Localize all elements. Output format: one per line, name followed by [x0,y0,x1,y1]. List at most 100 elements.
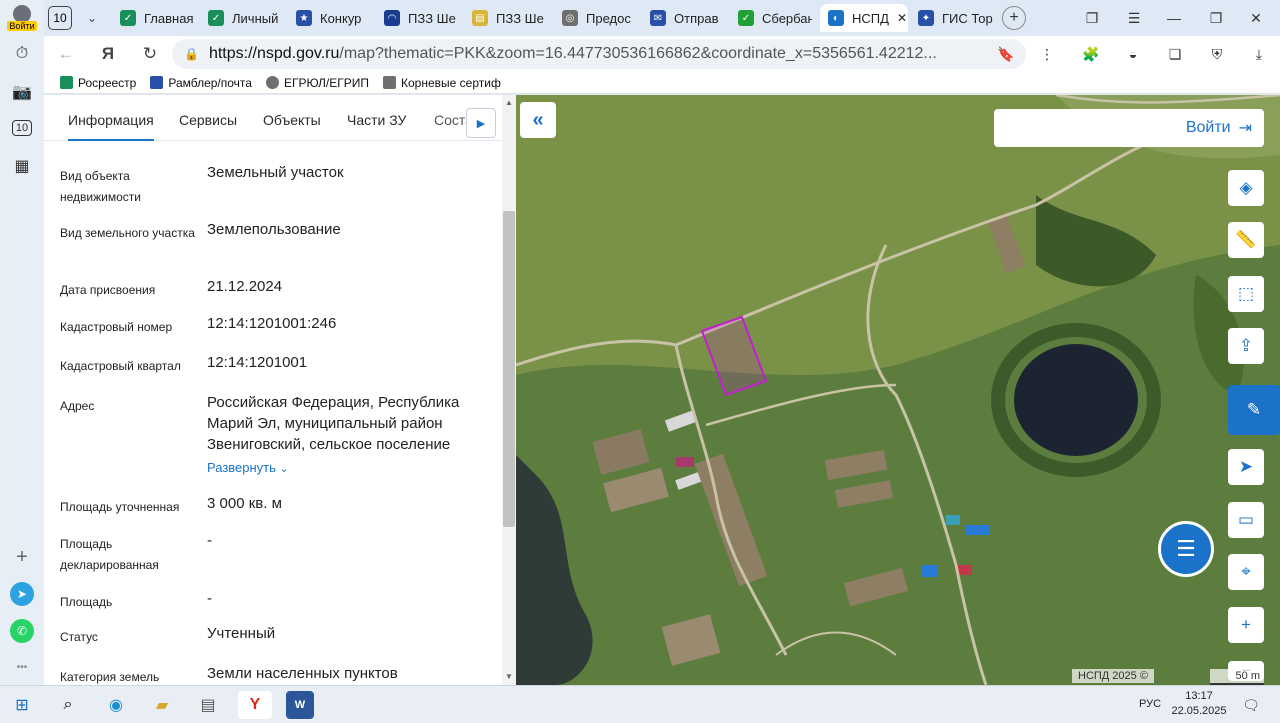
extension-icon[interactable]: 🧩 [1080,43,1102,65]
print-area-button[interactable]: ▭ [1228,502,1264,538]
more-vert-icon[interactable]: ⋮ [1036,43,1058,65]
tab-lichny[interactable]: ✓ Личный [208,4,280,32]
back-button[interactable]: ← [54,42,78,66]
seal-icon: ◎ [562,10,578,26]
search-location-button[interactable]: ⌖ [1228,554,1264,590]
locate-button[interactable]: ➤ [1228,449,1264,485]
bookmark-icon[interactable]: 🔖 [994,42,1018,66]
history-icon[interactable]: ⏱ [8,40,36,68]
shield-icon[interactable]: ⛨ [1206,43,1228,65]
tab-otprav[interactable]: ✉ Отправ [650,4,724,32]
add-panel-icon[interactable]: + [8,543,36,571]
share-icon: ⇪ [1238,336,1254,355]
notifications-icon[interactable]: 🗨 [1240,694,1262,716]
download-icon[interactable]: ⤓ [1248,43,1270,65]
tab-label: ПЗЗ Ше [496,10,544,26]
nspd-icon: ◐ [828,10,844,26]
tab-nspd[interactable]: ◐ НСПД ✕ [820,4,908,32]
profile-button[interactable]: Войти [4,3,40,33]
telegram-icon[interactable]: ➤ [10,582,34,606]
tabs-overview-icon[interactable]: ❐ [1080,6,1104,30]
bookmark-certificates[interactable]: Корневые сертиф [383,76,501,90]
bookmark-egrul[interactable]: ЕГРЮЛ/ЕГРИП [265,76,369,90]
folder-icon[interactable]: ▰ [148,691,176,719]
search-icon[interactable]: ⌕ [54,691,82,719]
area-select-button[interactable]: ⬚ [1228,276,1264,312]
chevron-down-icon[interactable]: ⌄ [80,6,104,30]
close-tab-icon[interactable]: ✕ [897,11,907,25]
edge-icon[interactable]: ◉ [102,691,130,719]
more-icon[interactable]: ••• [8,653,36,681]
url-path: /map?thematic=PKK&zoom=16.44773053616686… [339,45,937,62]
tab-counter-button[interactable]: 10 [8,114,36,142]
tab-objects[interactable]: Объекты [263,112,321,128]
app-icon[interactable]: ▤ [194,691,222,719]
reload-button[interactable]: ↻ [138,42,162,66]
field-label: Вид объекта недвижимости [60,169,141,204]
whatsapp-icon[interactable]: ✆ [10,619,34,643]
new-tab-button[interactable]: + [1002,6,1026,30]
location-search-icon: ⌖ [1241,562,1251,581]
url-input[interactable]: 🔒 https://nspd.gov.ru/map?thematic=PKK&z… [172,39,1026,69]
panel-scroll-thumb[interactable] [503,211,515,527]
close-window-button[interactable]: ✕ [1244,6,1268,30]
tab-sberbank[interactable]: ✓ Сбербан [738,4,812,32]
layers-button[interactable]: ◈ [1228,170,1264,206]
hat-icon[interactable]: ◒ [1122,43,1144,65]
map-view[interactable]: « Войти ⇥ ◈ 📏 ⬚ ⇪ ✎ ➤ ▭ ⌖ + − ☰ НСПД 202… [516,95,1280,685]
tab-count-badge[interactable]: 10 [48,6,72,30]
yandex-icon[interactable]: Я [96,42,120,66]
field-value: 3 000 кв. м [207,495,282,512]
bookmark-rambler[interactable]: Рамблер/почта [150,76,252,90]
mail-icon: ✉ [650,10,666,26]
expand-label: Развернуть [207,460,276,475]
camera-icon[interactable]: 📷 [8,78,36,106]
clock-date: 22.05.2025 [1171,705,1227,717]
field-value: 12:14:1201001:246 [207,315,337,332]
tab-pzz-2[interactable]: ▤ ПЗЗ Ше [472,4,546,32]
clock[interactable]: 13:17 22.05.2025 [1170,689,1228,719]
gosuslugi-icon: ✓ [120,10,136,26]
chat-button[interactable]: ☰ [1158,521,1214,577]
language-indicator[interactable]: РУС [1139,698,1161,710]
menu-icon[interactable]: ☰ [1122,6,1146,30]
tab-predos[interactable]: ◎ Предос [562,4,634,32]
rosreestr-icon [60,76,73,89]
map-scale: 50 m [1210,669,1264,685]
minimize-button[interactable]: — [1162,6,1186,30]
tab-parts[interactable]: Части ЗУ [347,112,406,128]
navigation-arrow-icon: ➤ [1238,457,1254,476]
tab-services[interactable]: Сервисы [179,112,237,128]
field-label: Площадь [60,595,113,609]
restore-button[interactable]: ❐ [1204,6,1228,30]
windows-start-icon[interactable]: ⊞ [8,691,36,719]
tab-konkurs[interactable]: ★ Конкур [296,4,370,32]
zoom-in-button[interactable]: + [1228,607,1264,643]
draw-mode-button[interactable]: ✎ [1228,385,1280,435]
mail-icon [150,76,164,89]
scroll-down-icon[interactable]: ▼ [503,672,515,681]
field-label: Дата присвоения [60,283,156,297]
tabs-next-button[interactable]: ▶ [466,108,496,138]
field-label: Статус [60,630,98,644]
login-button[interactable]: Войти ⇥ [994,109,1264,147]
apps-grid-icon[interactable]: ▦ [8,152,36,180]
expand-address-link[interactable]: Развернуть ⌄ [207,457,289,480]
tab-glavnaya[interactable]: ✓ Главная [120,4,198,32]
collapse-panel-button[interactable]: « [520,102,556,138]
tab-gis-torgi[interactable]: ✦ ГИС Тор [918,4,994,32]
ruler-icon: 📏 [1235,230,1257,249]
field-value: Учтенный [207,625,276,642]
tab-pzz-1[interactable]: ◠ ПЗЗ Ше [384,4,462,32]
collections-icon[interactable]: ❏ [1164,43,1186,65]
yandex-browser-icon[interactable]: Y [238,691,272,719]
ruler-button[interactable]: 📏 [1228,222,1264,258]
tab-information[interactable]: Информация [68,112,154,141]
address-bar-row: ← Я ↻ 🔒 https://nspd.gov.ru/map?thematic… [44,36,1280,72]
bookmark-rosreestr[interactable]: Росреестр [60,76,136,90]
word-icon[interactable]: W [286,691,314,719]
field-value: Земельный участок [207,164,344,181]
scroll-up-icon[interactable]: ▲ [503,98,515,107]
seal-icon [265,76,279,89]
share-button[interactable]: ⇪ [1228,328,1264,364]
